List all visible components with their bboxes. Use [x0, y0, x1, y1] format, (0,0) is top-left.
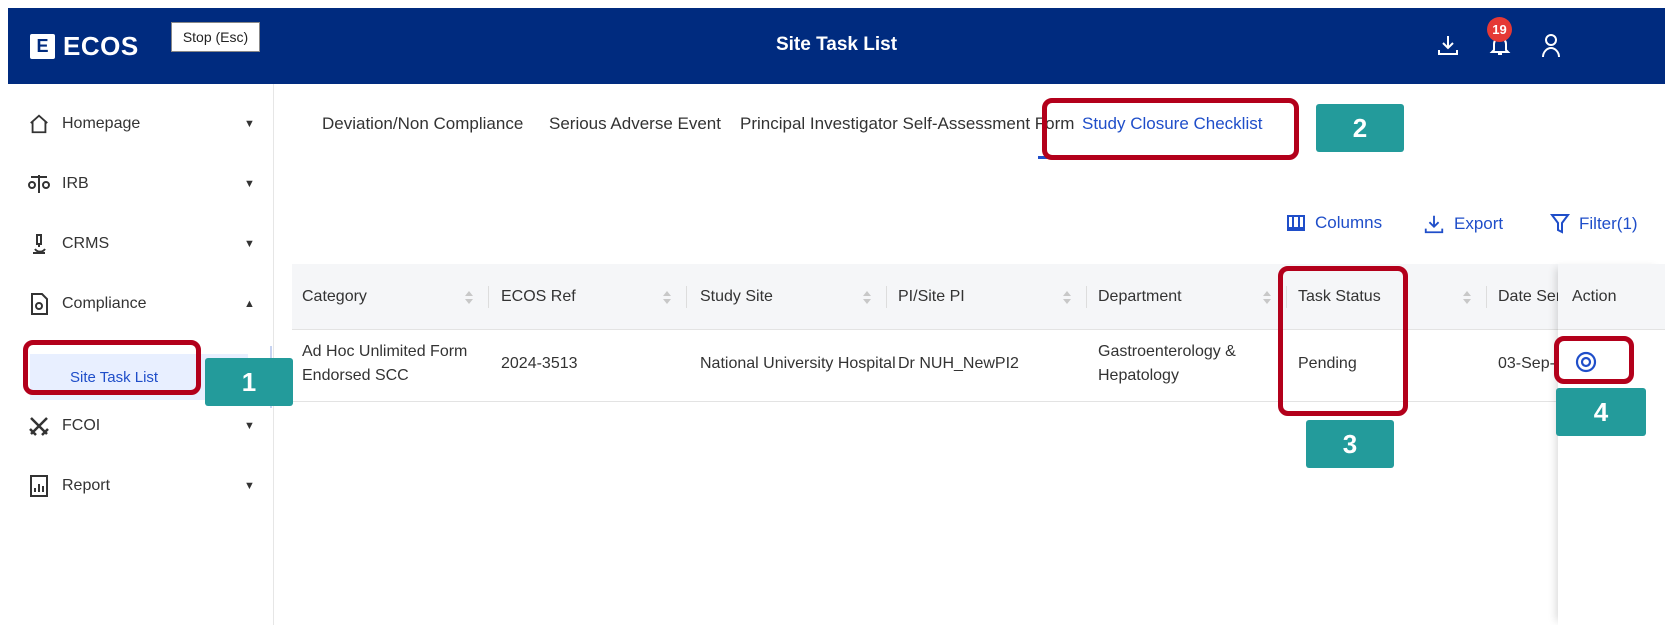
logo-mark: E — [30, 33, 55, 59]
column-divider — [686, 286, 687, 308]
swords-icon — [26, 413, 52, 439]
step-number-1: 1 — [205, 358, 293, 406]
sidebar: Homepage ▼ IRB ▼ CRMS ▼ Compliance ▲ Sit… — [8, 84, 274, 625]
table-header: Category ECOS Ref Study Site PI/Site PI … — [292, 264, 1665, 330]
filter-button[interactable]: Filter(1) — [1550, 213, 1638, 235]
filter-icon — [1550, 214, 1570, 234]
tab-bar: Deviation/Non Compliance Serious Adverse… — [300, 108, 1310, 158]
column-divider — [1486, 286, 1487, 308]
table-row[interactable]: Ad Hoc Unlimited Form Endorsed SCC 2024-… — [292, 330, 1665, 402]
top-header: E ECOS Stop (Esc) Site Task List 19 — [8, 8, 1665, 84]
sidebar-item-label: Report — [62, 477, 111, 494]
sidebar-item-irb[interactable]: IRB ▼ — [8, 162, 274, 206]
sidebar-item-label: Homepage — [62, 115, 141, 132]
export-label: Export — [1454, 214, 1504, 233]
cell-department-line: Gastroenterology & — [1098, 343, 1236, 360]
action-column: Action — [1558, 264, 1665, 625]
scale-icon — [26, 171, 52, 197]
step-number-3: 3 — [1306, 420, 1394, 468]
tab-deviation[interactable]: Deviation/Non Compliance — [322, 114, 523, 134]
export-icon — [1424, 215, 1444, 234]
app-logo[interactable]: E ECOS — [30, 28, 139, 64]
sidebar-item-label: CRMS — [62, 235, 110, 252]
download-icon[interactable] — [1433, 30, 1463, 60]
sidebar-item-compliance[interactable]: Compliance ▲ — [8, 282, 274, 326]
sidebar-item-crms[interactable]: CRMS ▼ — [8, 222, 274, 266]
sort-icon[interactable] — [1262, 291, 1272, 307]
task-table: Category ECOS Ref Study Site PI/Site PI … — [292, 264, 1665, 625]
tab-pi-self-assessment[interactable]: Principal Investigator Self-Assessment F… — [740, 114, 1074, 134]
sort-icon[interactable] — [862, 291, 872, 307]
sort-icon[interactable] — [464, 291, 474, 307]
sort-icon[interactable] — [1462, 291, 1472, 307]
stop-button[interactable]: Stop (Esc) — [171, 22, 260, 52]
column-divider — [886, 286, 887, 308]
header-action: Action — [1558, 264, 1665, 330]
sidebar-item-label: FCOI — [62, 417, 101, 434]
chevron-up-icon: ▲ — [244, 298, 255, 310]
columns-label: Columns — [1315, 213, 1383, 232]
export-button[interactable]: Export — [1423, 213, 1503, 235]
microscope-icon — [26, 231, 52, 257]
sidebar-item-fcoi[interactable]: FCOI ▼ — [8, 404, 274, 448]
logo-text: ECOS — [63, 30, 139, 61]
cell-study-site: National University Hospital — [700, 355, 896, 372]
step-number-2: 2 — [1316, 104, 1404, 152]
cell-ecos-ref: 2024-3513 — [501, 355, 578, 372]
document-icon — [26, 291, 52, 317]
cell-category-line: Ad Hoc Unlimited Form — [302, 343, 468, 360]
sidebar-item-homepage[interactable]: Homepage ▼ — [8, 102, 274, 146]
column-divider — [1086, 286, 1087, 308]
sidebar-item-label: IRB — [62, 175, 89, 192]
header-study-site[interactable]: Study Site — [700, 288, 773, 306]
header-department[interactable]: Department — [1098, 288, 1182, 306]
active-tab-underline — [1038, 156, 1258, 159]
home-icon — [26, 111, 52, 137]
chevron-down-icon: ▼ — [244, 178, 255, 190]
tab-study-closure-checklist[interactable]: Study Closure Checklist — [1082, 114, 1262, 134]
cell-category: Ad Hoc Unlimited Form Endorsed SCC — [302, 340, 467, 388]
cell-pi: Dr NUH_NewPI2 — [898, 355, 1019, 372]
sidebar-item-label: Compliance — [62, 295, 147, 312]
columns-button[interactable]: Columns — [1286, 213, 1382, 233]
sidebar-item-report[interactable]: Report ▼ — [8, 464, 274, 508]
cell-department: Gastroenterology & Hepatology — [1098, 340, 1236, 388]
chevron-down-icon: ▼ — [244, 118, 255, 130]
column-divider — [1286, 286, 1287, 308]
header-action-label: Action — [1572, 288, 1617, 305]
report-icon — [26, 473, 52, 499]
cell-department-line: Hepatology — [1098, 367, 1179, 384]
notification-badge: 19 — [1487, 17, 1512, 42]
step-number-4: 4 — [1556, 388, 1646, 436]
tab-serious-adverse-event[interactable]: Serious Adverse Event — [549, 114, 721, 134]
chevron-down-icon: ▼ — [244, 480, 255, 492]
column-divider — [488, 286, 489, 308]
cell-category-line: Endorsed SCC — [302, 367, 409, 384]
filter-label: Filter(1) — [1579, 214, 1638, 233]
header-task-status[interactable]: Task Status — [1298, 288, 1381, 306]
cell-date-sent: 03-Sep-2 — [1498, 355, 1564, 372]
view-icon[interactable] — [1570, 346, 1602, 378]
header-category[interactable]: Category — [302, 288, 367, 306]
header-pi[interactable]: PI/Site PI — [898, 288, 965, 306]
user-icon[interactable] — [1536, 30, 1566, 60]
chevron-down-icon: ▼ — [244, 420, 255, 432]
sidebar-subitem-label: Site Task List — [70, 368, 159, 386]
sort-icon[interactable] — [662, 291, 672, 307]
cell-task-status: Pending — [1298, 355, 1357, 372]
header-ecos-ref[interactable]: ECOS Ref — [501, 288, 576, 306]
columns-icon — [1287, 215, 1305, 231]
sort-icon[interactable] — [1062, 291, 1072, 307]
chevron-down-icon: ▼ — [244, 238, 255, 250]
